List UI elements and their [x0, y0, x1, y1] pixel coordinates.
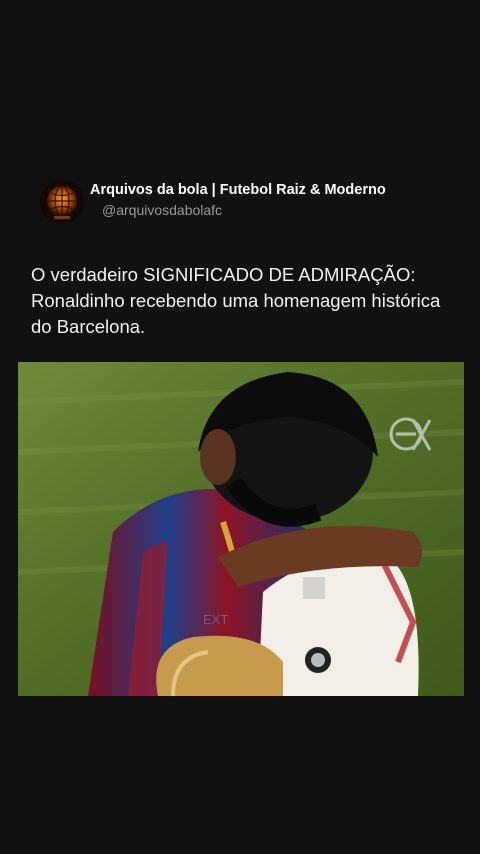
globe-logo-icon — [40, 180, 84, 224]
avatar[interactable] — [40, 180, 84, 224]
author-name[interactable]: Arquivos da bola | Futebol Raiz & Modern… — [90, 180, 386, 200]
shirt-watermark-text: EXT — [203, 612, 228, 627]
author-handle[interactable]: @arquivosdabolafc — [102, 200, 386, 220]
post-media[interactable]: EXT — [18, 362, 464, 696]
post-header: Arquivos da bola | Futebol Raiz & Modern… — [40, 180, 386, 224]
embrace-photo: EXT — [18, 362, 464, 696]
post-text: O verdadeiro SIGNIFICADO DE ADMIRAÇÃO: R… — [31, 264, 441, 337]
